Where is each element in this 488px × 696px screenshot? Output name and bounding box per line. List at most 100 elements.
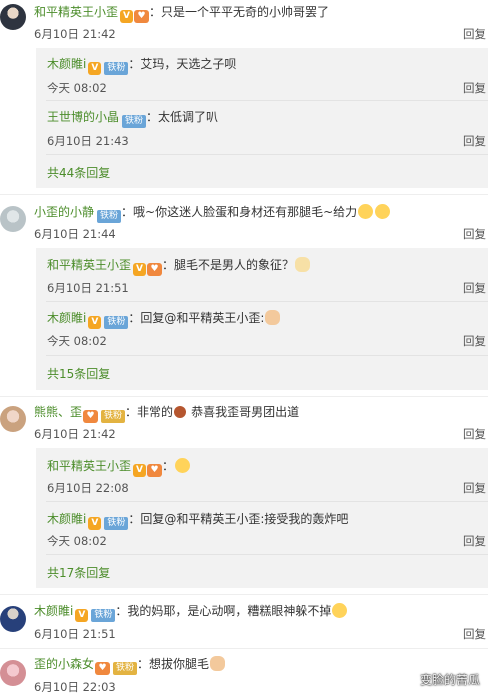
username-link[interactable]: 歪的小森女 (34, 657, 94, 671)
username-link[interactable]: 小歪的小静 (34, 205, 94, 219)
smirk-emoji-icon (332, 603, 348, 618)
reply-button[interactable]: 回复 (463, 27, 486, 41)
comment-header: 和平精英王小歪 V ♥ ：只是一个平平无奇的小帅哥罢了 (34, 5, 330, 23)
reply-text: 回复@和平精英王小歪:接受我的轰炸吧 (140, 512, 349, 526)
reply-text: 腿毛不是男人的象征？ (174, 258, 295, 272)
username-link[interactable]: 王世博的小晶 (47, 110, 119, 124)
comment-header: 小歪的小静 铁粉 ：哦~你这迷人脸蛋和身材还有那腿毛~给力 (34, 204, 391, 223)
username-link[interactable]: 和平精英王小歪 (34, 5, 118, 19)
username-link[interactable]: 木颜睢i (34, 604, 73, 618)
comment-text: 想拔你腿毛 (149, 657, 210, 671)
reply-text: 回复@和平精英王小歪: (140, 311, 265, 325)
verified-icon: V (88, 517, 102, 530)
username-link[interactable]: 木颜睢i (47, 57, 86, 71)
comment-time: 6月10日 21:42 (34, 427, 116, 441)
reply-time: 今天 08:02 (47, 334, 107, 348)
more-replies-link[interactable]: 共44条回复 (47, 165, 110, 181)
username-link[interactable]: 和平精英王小歪 (47, 258, 131, 272)
fan-badge: 铁粉 (91, 609, 116, 622)
divider (46, 554, 488, 555)
reply-button[interactable]: 回复 (463, 627, 486, 641)
comment-time: 6月10日 21:42 (34, 27, 116, 41)
divider (0, 648, 488, 649)
reply-button[interactable]: 回复 (463, 334, 486, 348)
reply-button[interactable]: 回复 (463, 281, 486, 295)
divider (0, 194, 488, 195)
doge-emoji-icon (295, 257, 311, 272)
divider (46, 154, 488, 155)
username-link[interactable]: 木颜睢i (47, 512, 86, 526)
heart-badge-icon: ♥ (147, 263, 163, 276)
fan-badge: 铁粉 (104, 316, 129, 329)
comment-time: 6月10日 22:03 (34, 680, 116, 694)
username-link[interactable]: 熊熊、歪 (34, 405, 82, 419)
avatar[interactable] (0, 660, 26, 686)
reply-header: 王世博的小晶 铁粉 ：太低调了叭 (47, 110, 219, 128)
cat-emoji-icon (265, 310, 281, 325)
comment-text: 哦~你这迷人脸蛋和身材还有那腿毛~给力 (133, 205, 358, 219)
comment-text: 只是一个平平无奇的小帅哥罢了 (161, 5, 330, 19)
verified-icon: V (133, 464, 147, 477)
divider (46, 100, 488, 101)
more-replies-link[interactable]: 共17条回复 (47, 565, 110, 581)
comment-header: 木颜睢i V 铁粉 ：我的妈耶，是心动啊，糟糕眼神躲不掉 (34, 603, 348, 622)
reply-button[interactable]: 回复 (463, 427, 486, 441)
reply-time: 今天 08:02 (47, 534, 107, 548)
avatar[interactable] (0, 206, 26, 232)
avatar[interactable] (0, 606, 26, 632)
divider (0, 396, 488, 397)
reply-header: 木颜睢i V 铁粉 ：回复@和平精英王小歪: (47, 310, 281, 329)
comment-header: 歪的小森女 ♥ 铁粉 ：想拔你腿毛 (34, 656, 226, 675)
fan-badge: 铁粉 (113, 662, 138, 675)
verified-icon: V (88, 62, 102, 75)
laugh-emoji-icon (375, 204, 391, 219)
reply-header: 和平精英王小歪 V ♥ ：腿毛不是男人的象征？ (47, 257, 311, 276)
comment-text-continued: 恭喜我歪哥男团出道 (191, 405, 300, 419)
reply-text: 艾玛，天选之子呗 (140, 57, 237, 71)
username-link[interactable]: 和平精英王小歪 (47, 459, 131, 473)
avatar[interactable] (0, 406, 26, 432)
reply-header: 和平精英王小歪 V ♥： (47, 458, 191, 477)
comment-header: 熊熊、歪 ♥ 铁粉 ：非常的 恭喜我歪哥男团出道 (34, 405, 300, 423)
fan-badge: 铁粉 (97, 210, 122, 223)
reply-time: 6月10日 21:51 (47, 281, 129, 295)
fan-badge: 铁粉 (122, 115, 147, 128)
comment-time: 6月10日 21:44 (34, 227, 116, 241)
smirk-emoji-icon (175, 458, 191, 473)
orange-emoji-icon (174, 406, 187, 418)
divider (46, 501, 488, 502)
reply-text: 太低调了叭 (158, 110, 219, 124)
reply-thread: 和平精英王小歪 V ♥ ：腿毛不是男人的象征？ 6月10日 21:51 回复 木颜睢i… (36, 248, 488, 390)
heart-badge-icon: ♥ (95, 662, 111, 675)
reply-button[interactable]: 回复 (463, 227, 486, 241)
username-link[interactable]: 木颜睢i (47, 311, 86, 325)
comment-text: 我的妈耶，是心动啊，糟糕眼神躲不掉 (127, 604, 332, 618)
cat-emoji-icon (210, 656, 226, 671)
verified-icon: V (88, 316, 102, 329)
reply-button[interactable]: 回复 (463, 134, 486, 148)
avatar[interactable] (0, 4, 26, 30)
reply-time: 6月10日 21:43 (47, 134, 129, 148)
divider (0, 594, 488, 595)
heart-badge-icon: ♥ (147, 464, 163, 477)
reply-time: 6月10日 22:08 (47, 481, 129, 495)
reply-button[interactable]: 回复 (463, 481, 486, 495)
more-replies-link[interactable]: 共15条回复 (47, 366, 110, 382)
reply-header: 木颜睢i V 铁粉 ：艾玛，天选之子呗 (47, 57, 237, 75)
reply-button[interactable]: 回复 (463, 81, 486, 95)
comment-time: 6月10日 21:51 (34, 627, 116, 641)
reply-thread: 和平精英王小歪 V ♥： 6月10日 22:08 回复 木颜睢i V 铁粉 ：回复@和平精… (36, 448, 488, 588)
reply-time: 今天 08:02 (47, 81, 107, 95)
divider (46, 301, 488, 302)
fan-badge: 铁粉 (101, 410, 126, 423)
watermark: 变脸的苦瓜 (419, 673, 480, 687)
heart-badge-icon: ♥ (83, 410, 99, 423)
heart-badge-icon: ♥ (134, 10, 150, 23)
verified-icon: V (75, 609, 89, 622)
verified-icon: V (120, 10, 134, 23)
reply-button[interactable]: 回复 (463, 534, 486, 548)
laugh-emoji-icon (358, 204, 374, 219)
divider (46, 355, 488, 356)
verified-icon: V (133, 263, 147, 276)
comment-text: 非常的 (137, 405, 174, 419)
